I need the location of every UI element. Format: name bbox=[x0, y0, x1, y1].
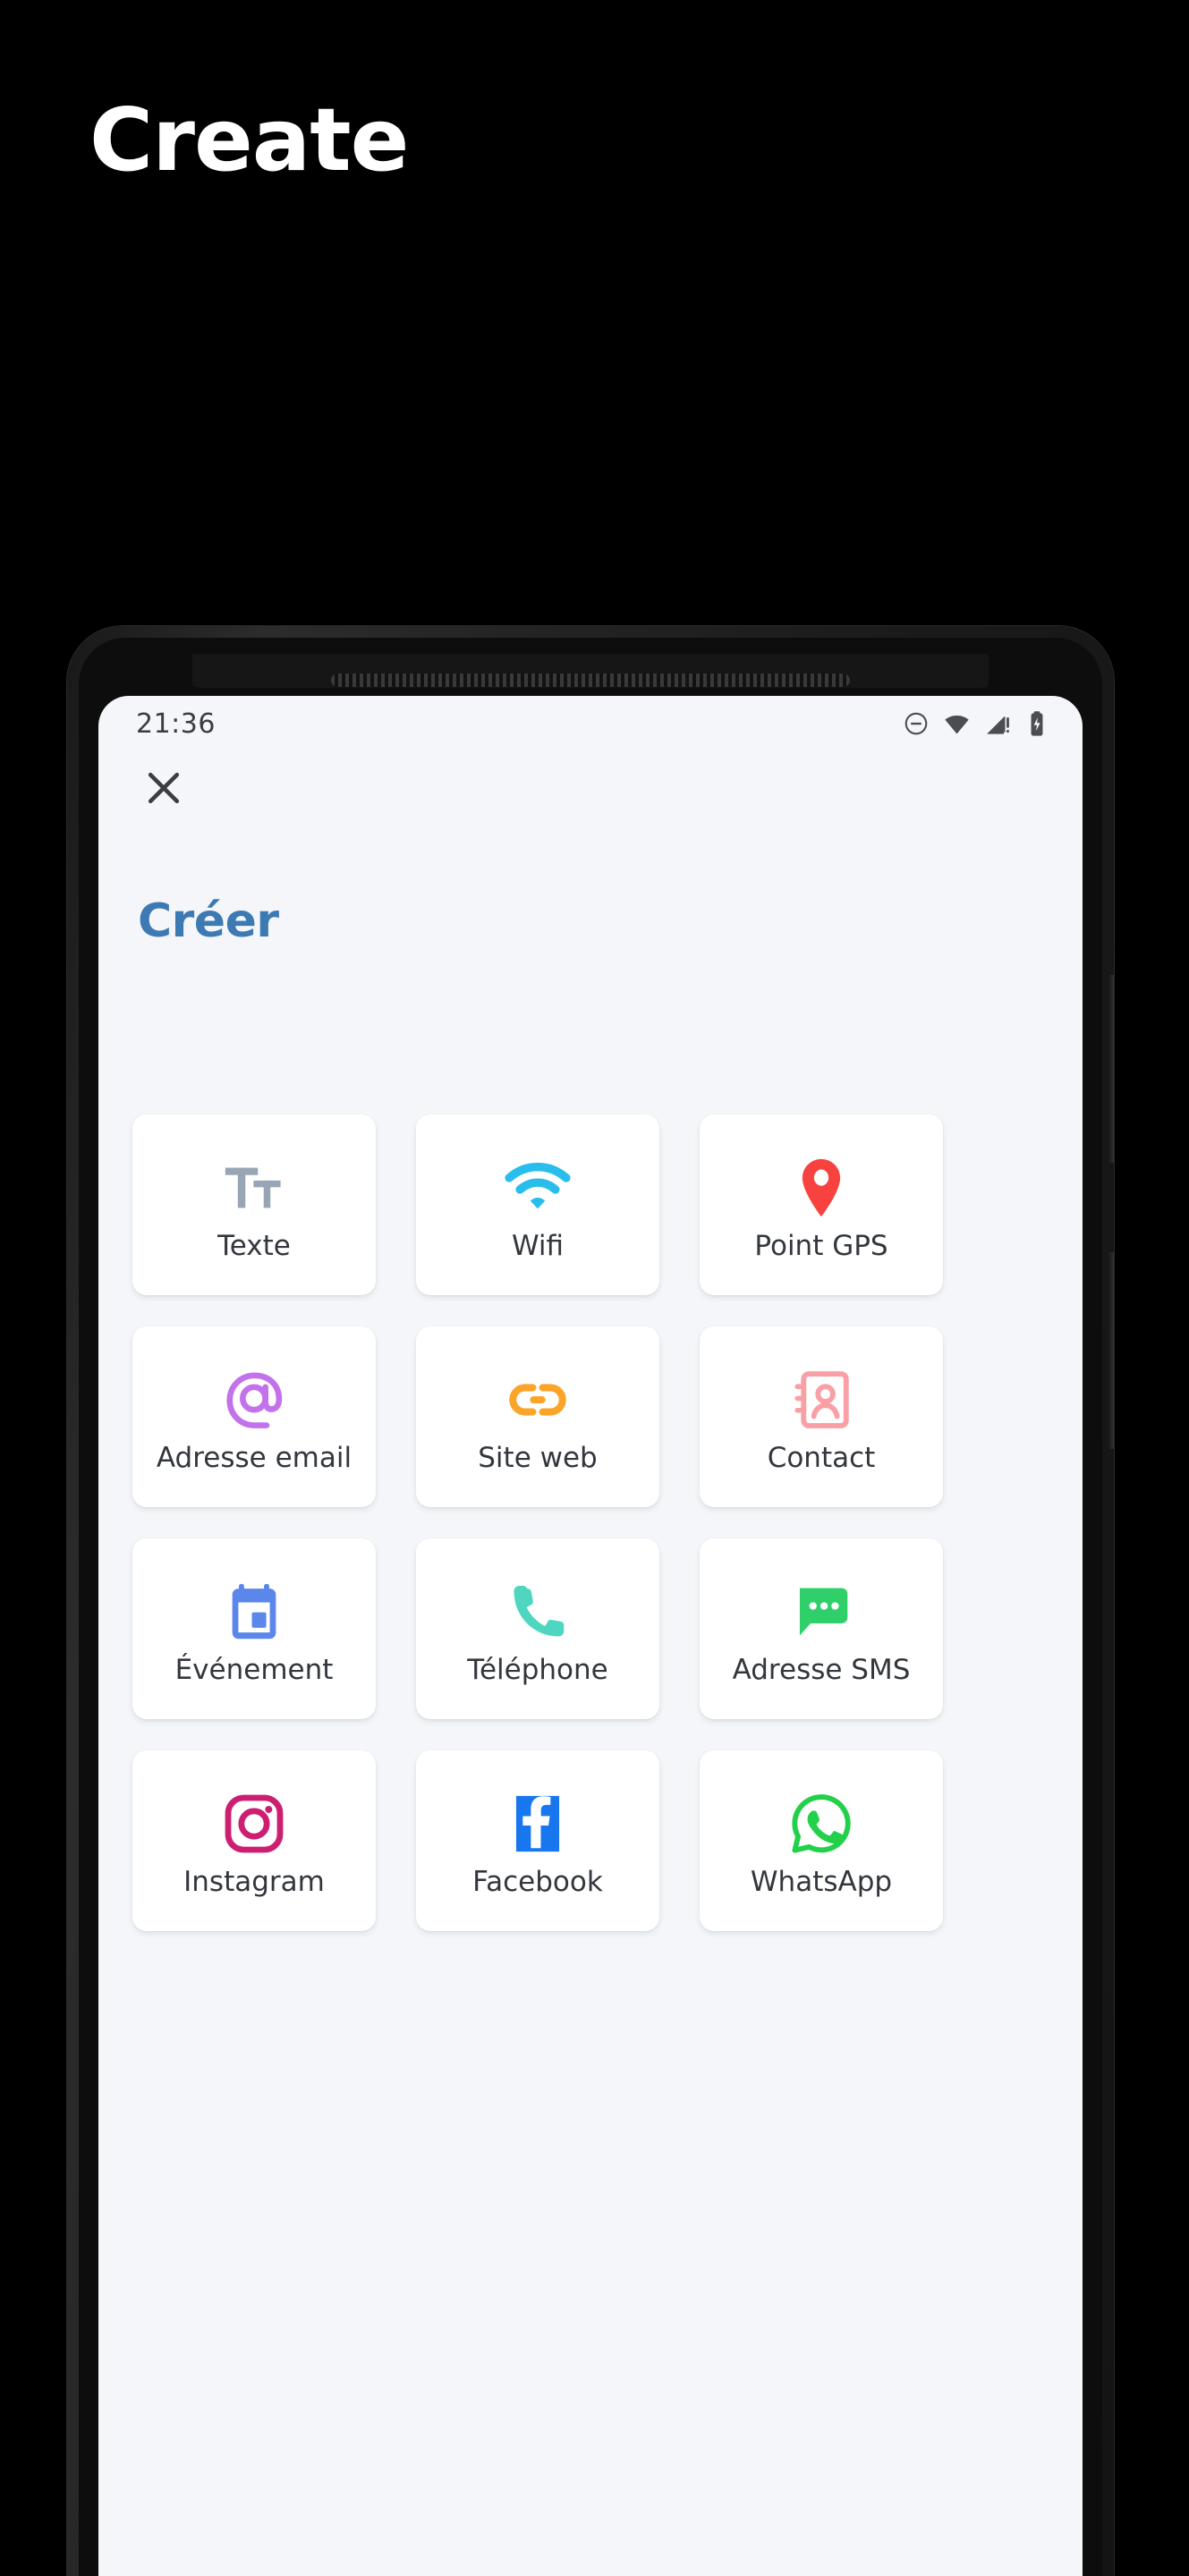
page-title: Créer bbox=[138, 894, 279, 948]
create-option-adresse-email[interactable]: Adresse email bbox=[132, 1326, 376, 1507]
create-option-adresse-sms[interactable]: Adresse SMS bbox=[700, 1538, 943, 1719]
create-option-label: Adresse SMS bbox=[732, 1654, 911, 1687]
create-option-label: Contact bbox=[767, 1442, 876, 1475]
page-root: Create 21:36 Créer Texte Wifi Point GPS … bbox=[0, 0, 1189, 2576]
cellular-signal-warning-icon bbox=[984, 710, 1012, 738]
speaker-grille-icon bbox=[331, 674, 850, 687]
whatsapp-icon bbox=[788, 1783, 854, 1865]
create-option-texte[interactable]: Texte bbox=[132, 1114, 376, 1295]
phone-icon bbox=[505, 1571, 571, 1653]
chat-bubble-icon bbox=[788, 1571, 854, 1653]
create-option-point-gps[interactable]: Point GPS bbox=[700, 1114, 943, 1295]
text-format-icon bbox=[219, 1147, 289, 1229]
create-option-label: Téléphone bbox=[467, 1654, 608, 1687]
create-option-site-web[interactable]: Site web bbox=[416, 1326, 659, 1507]
close-button[interactable] bbox=[134, 760, 193, 819]
status-bar-icons bbox=[903, 710, 1049, 738]
create-option-instagram[interactable]: Instagram bbox=[132, 1750, 376, 1931]
create-option-label: Événement bbox=[174, 1654, 334, 1687]
battery-charging-icon bbox=[1025, 710, 1049, 738]
status-bar: 21:36 bbox=[98, 696, 1083, 751]
create-option-wifi[interactable]: Wifi bbox=[416, 1114, 659, 1295]
facebook-icon bbox=[505, 1783, 571, 1865]
phone-screen: 21:36 Créer Texte Wifi Point GPS Adresse… bbox=[98, 696, 1083, 2576]
create-option-label: WhatsApp bbox=[750, 1866, 893, 1899]
create-option-label: Point GPS bbox=[754, 1230, 888, 1263]
do-not-disturb-icon bbox=[903, 710, 930, 737]
create-option-label: Wifi bbox=[511, 1230, 565, 1263]
status-bar-clock: 21:36 bbox=[136, 708, 216, 740]
wifi-icon bbox=[503, 1147, 573, 1229]
close-icon bbox=[142, 767, 185, 814]
volume-rocker-button[interactable] bbox=[1108, 975, 1114, 1163]
at-sign-icon bbox=[220, 1360, 288, 1442]
create-option-telephone[interactable]: Téléphone bbox=[416, 1538, 659, 1719]
create-options-grid: Texte Wifi Point GPS Adresse email Site … bbox=[132, 1114, 1049, 1931]
calendar-icon bbox=[221, 1571, 287, 1653]
create-option-label: Adresse email bbox=[156, 1442, 352, 1475]
create-option-label: Facebook bbox=[472, 1866, 603, 1899]
power-button[interactable] bbox=[1108, 1252, 1114, 1449]
create-option-contact[interactable]: Contact bbox=[700, 1326, 943, 1507]
link-icon bbox=[505, 1359, 571, 1441]
instagram-icon bbox=[221, 1783, 287, 1865]
banner-title: Create bbox=[89, 89, 409, 191]
create-option-evenement[interactable]: Événement bbox=[132, 1538, 376, 1719]
create-option-label: Site web bbox=[478, 1442, 598, 1475]
create-option-label: Instagram bbox=[183, 1866, 325, 1899]
create-option-whatsapp[interactable]: WhatsApp bbox=[700, 1750, 943, 1931]
wifi-icon bbox=[943, 710, 971, 738]
create-option-label: Texte bbox=[217, 1230, 291, 1263]
contact-card-icon bbox=[788, 1359, 854, 1441]
create-option-facebook[interactable]: Facebook bbox=[416, 1750, 659, 1931]
phone-device: 21:36 Créer Texte Wifi Point GPS Adresse… bbox=[67, 626, 1114, 2576]
map-pin-icon bbox=[786, 1147, 856, 1229]
